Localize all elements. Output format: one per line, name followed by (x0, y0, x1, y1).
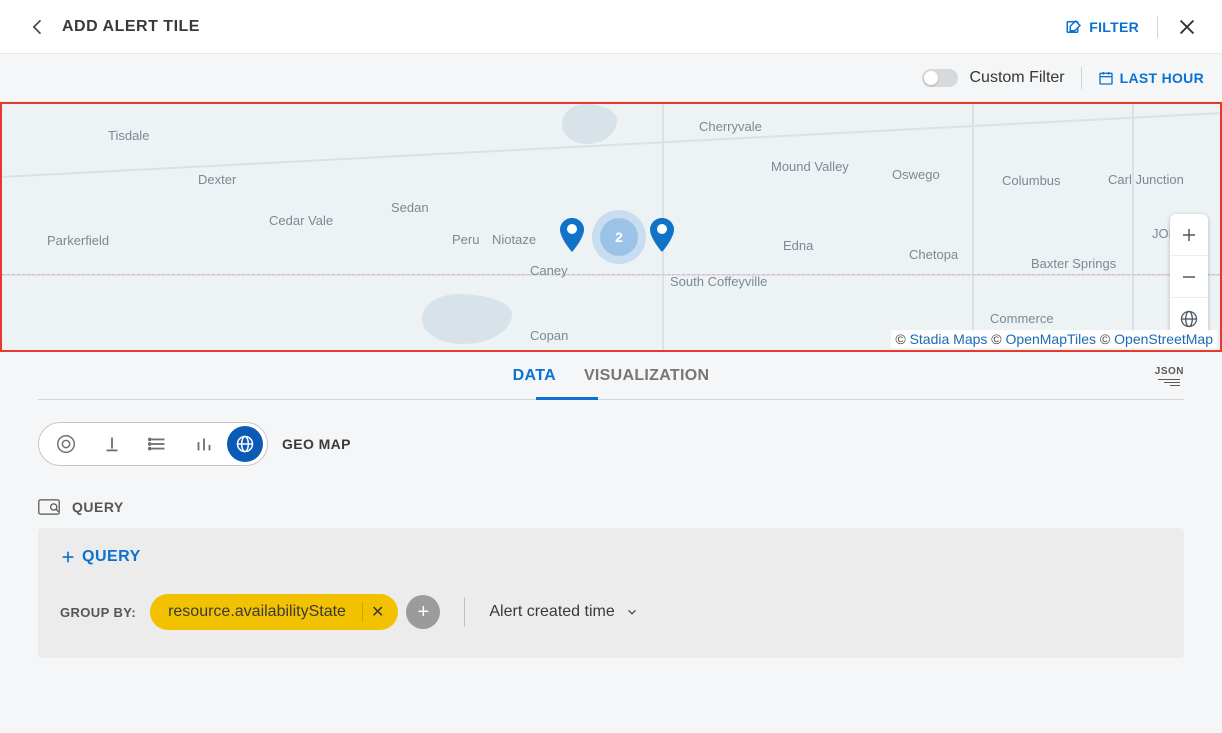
groupby-row: GROUP BY: resource.availabilityState ✕ +… (60, 594, 1162, 630)
viz-pill-bar[interactable] (181, 426, 227, 462)
sort-dropdown[interactable]: Alert created time (489, 603, 638, 621)
add-query-button[interactable]: QUERY (60, 548, 141, 566)
viz-pill-single[interactable] (89, 426, 135, 462)
back-chevron-icon[interactable] (28, 17, 48, 37)
map-city-label: Edna (783, 238, 813, 253)
map-city-label: Commerce (990, 311, 1054, 326)
viz-pill-gauge[interactable] (43, 426, 89, 462)
geo-map[interactable]: Tisdale Dexter Cedar Vale Sedan Peru Nio… (0, 102, 1222, 352)
map-pin[interactable] (650, 218, 674, 252)
filter-button[interactable]: FILTER (1065, 18, 1139, 36)
json-toggle-button[interactable]: JSON (1155, 366, 1184, 386)
query-section-header: QUERY (38, 498, 1184, 516)
calendar-icon (1098, 70, 1114, 86)
map-city-label: South Coffeyville (670, 274, 767, 289)
body-area: DATA VISUALIZATION JSON (0, 352, 1222, 733)
tabs-row: DATA VISUALIZATION JSON (38, 352, 1184, 400)
custom-filter-label: Custom Filter (970, 69, 1065, 87)
map-city-label: Chetopa (909, 247, 958, 262)
viz-picker-row: GEO MAP (38, 422, 1184, 466)
map-city-label: Niotaze (492, 232, 536, 247)
zoom-out-button[interactable] (1170, 256, 1208, 298)
map-city-label: Oswego (892, 167, 940, 182)
viz-pill-geomap[interactable] (227, 426, 263, 462)
add-groupby-button[interactable]: + (406, 595, 440, 629)
page-title: ADD ALERT TILE (62, 18, 200, 36)
attrib-link-openmaptiles[interactable]: OpenMapTiles (1006, 331, 1097, 347)
attrib-link-osm[interactable]: OpenStreetMap (1114, 331, 1213, 347)
map-city-label: Copan (530, 328, 568, 343)
viz-pills (38, 422, 268, 466)
map-city-label: Cherryvale (699, 119, 762, 134)
map-city-label: Baxter Springs (1031, 256, 1116, 271)
sort-label: Alert created time (489, 603, 614, 621)
timerange-button[interactable]: LAST HOUR (1098, 70, 1204, 86)
json-label: JSON (1155, 366, 1184, 377)
viz-selected-label: GEO MAP (282, 436, 351, 452)
map-city-label: Sedan (391, 200, 429, 215)
map-city-label: Columbus (1002, 173, 1061, 188)
chevron-down-icon (625, 605, 639, 619)
header-bar: ADD ALERT TILE FILTER (0, 0, 1222, 54)
map-city-label: Dexter (198, 172, 236, 187)
map-city-label: Caney (530, 263, 568, 278)
json-lines-icon (1158, 379, 1180, 386)
filter-edit-icon (1065, 18, 1083, 36)
plus-icon (60, 549, 76, 565)
map-city-label: Cedar Vale (269, 213, 333, 228)
header-separator (1157, 16, 1158, 38)
filter-label: FILTER (1089, 19, 1139, 35)
map-cluster[interactable]: 2 (600, 218, 638, 256)
subheader-separator (1081, 67, 1082, 89)
map-city-label: Peru (452, 232, 479, 247)
map-attribution: © Stadia Maps © OpenMapTiles © OpenStree… (891, 330, 1217, 348)
tab-visualization[interactable]: VISUALIZATION (570, 355, 723, 397)
query-icon (38, 498, 60, 516)
map-city-label: Tisdale (108, 128, 149, 143)
subheader-bar: Custom Filter LAST HOUR (0, 54, 1222, 102)
add-query-label: QUERY (82, 548, 141, 566)
timerange-label: LAST HOUR (1120, 70, 1204, 86)
custom-filter-toggle[interactable] (922, 69, 958, 87)
zoom-in-button[interactable] (1170, 214, 1208, 256)
attrib-link-stadia[interactable]: Stadia Maps (910, 331, 988, 347)
query-card: QUERY GROUP BY: resource.availabilitySta… (38, 528, 1184, 658)
map-controls (1170, 214, 1208, 340)
chip-remove-button[interactable]: ✕ (363, 604, 384, 621)
tab-data[interactable]: DATA (499, 355, 570, 397)
map-pin[interactable] (560, 218, 584, 252)
map-city-label: Mound Valley (771, 159, 849, 174)
map-city-label: Parkerfield (47, 233, 109, 248)
close-button[interactable] (1176, 16, 1198, 38)
viz-pill-list[interactable] (135, 426, 181, 462)
groupby-separator (464, 597, 465, 627)
map-city-label: Carl Junction (1108, 172, 1184, 187)
chip-text: resource.availabilityState (168, 603, 346, 621)
groupby-label: GROUP BY: (60, 605, 136, 620)
query-section-label: QUERY (72, 499, 124, 515)
groupby-chip[interactable]: resource.availabilityState ✕ (150, 594, 398, 630)
